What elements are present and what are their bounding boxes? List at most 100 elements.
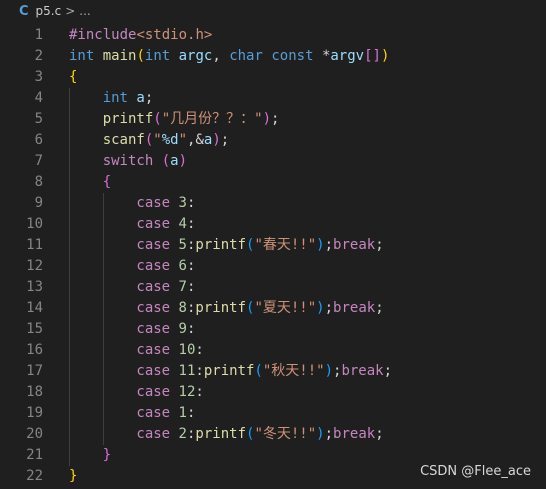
indent-guide xyxy=(69,424,70,445)
code-token: 4 xyxy=(178,216,187,232)
code-token: case xyxy=(136,237,171,253)
code-editor[interactable]: 1 #include<stdio.h> 2 int main(int argc, ch… xyxy=(0,25,546,487)
code-token: , xyxy=(212,48,230,64)
code-token: : xyxy=(186,279,196,295)
code-line[interactable]: 11 case 5:printf("春天!!");break; xyxy=(0,235,546,256)
code-token: } xyxy=(102,447,112,463)
code-text: case 5:printf("春天!!");break; xyxy=(136,235,383,256)
code-token: " xyxy=(178,132,188,148)
code-line[interactable]: 16 case 10: xyxy=(0,340,546,361)
code-token: a xyxy=(136,90,145,106)
code-line[interactable]: 15 case 9: xyxy=(0,319,546,340)
code-text: case 6: xyxy=(136,256,195,277)
line-number: 5 xyxy=(34,111,43,127)
code-text: int a; xyxy=(103,88,154,109)
indent-guide xyxy=(102,298,104,319)
code-token: : xyxy=(186,258,196,274)
code-token: case xyxy=(136,195,171,211)
line-number: 12 xyxy=(26,258,43,274)
code-text: int main(int argc, char const *argv[]) xyxy=(69,46,389,67)
code-line[interactable]: 6 scanf("%d",&a); xyxy=(0,130,546,151)
code-line[interactable]: 17 case 11:printf("秋天!!");break; xyxy=(0,361,546,382)
code-text: switch (a) xyxy=(103,151,187,172)
code-line[interactable]: 5 printf("几月份？？："); xyxy=(0,109,546,130)
code-text: case 2:printf("冬天!!");break; xyxy=(136,424,383,445)
code-line[interactable]: 3{ xyxy=(0,67,546,88)
code-line[interactable]: 2 int main(int argc, char const *argv[]) xyxy=(0,46,546,67)
code-line[interactable]: 7 switch (a) xyxy=(0,151,546,172)
code-text: case 7: xyxy=(136,277,195,298)
code-line[interactable]: 18 case 12: xyxy=(0,382,546,403)
c-language-icon: C xyxy=(19,3,29,19)
line-number: 17 xyxy=(26,363,43,379)
indent-guide xyxy=(69,277,70,298)
code-line[interactable]: 21} xyxy=(0,445,546,466)
code-line[interactable]: 14 case 8:printf("夏天!!");break; xyxy=(0,298,546,319)
line-number: 7 xyxy=(34,153,43,169)
indent-guide xyxy=(102,256,104,277)
code-token: case xyxy=(136,426,171,442)
code-line[interactable]: 9 case 3: xyxy=(0,193,546,214)
code-line[interactable]: 19 case 1: xyxy=(0,403,546,424)
indent-guide xyxy=(102,340,104,361)
code-text: case 1: xyxy=(136,403,195,424)
code-token: ; xyxy=(375,300,384,316)
indent-guide xyxy=(102,382,104,403)
code-token: ) xyxy=(178,153,188,169)
code-token: printf xyxy=(102,111,154,127)
line-number: 8 xyxy=(34,174,43,190)
indent-guide xyxy=(69,214,70,235)
code-line[interactable]: 1 #include<stdio.h> xyxy=(0,25,546,46)
code-token: 12 xyxy=(178,384,196,400)
code-token: } xyxy=(69,468,78,484)
breadcrumb-more[interactable]: ... xyxy=(79,4,90,18)
code-line[interactable]: 12 case 6: xyxy=(0,256,546,277)
code-token: ; xyxy=(271,111,280,127)
breadcrumb: C p5.c > ... xyxy=(0,0,546,22)
code-token: ( xyxy=(136,48,145,64)
code-line[interactable]: 4 int a; xyxy=(0,88,546,109)
line-number: 10 xyxy=(26,216,43,232)
code-token: 7 xyxy=(178,279,187,295)
code-text: printf("几月份？？："); xyxy=(103,109,280,130)
code-line[interactable]: 10 case 4: xyxy=(0,214,546,235)
code-token: int xyxy=(144,48,171,64)
code-token: 10 xyxy=(178,342,196,358)
code-line[interactable]: 13 case 7: xyxy=(0,277,546,298)
line-number: 15 xyxy=(26,321,43,337)
code-token: argc xyxy=(178,48,213,64)
line-number: 9 xyxy=(34,195,43,211)
code-token: 3 xyxy=(178,195,187,211)
code-token: ; xyxy=(324,426,334,442)
code-token: ) xyxy=(262,111,271,127)
indent-guide xyxy=(69,298,70,319)
indent-guide xyxy=(102,361,104,382)
code-text: case 4: xyxy=(136,214,195,235)
line-number: 4 xyxy=(34,90,43,106)
code-token: %d xyxy=(161,132,179,148)
code-token: const xyxy=(271,48,314,64)
indent-guide xyxy=(102,214,104,235)
breadcrumb-file[interactable]: p5.c xyxy=(36,4,62,18)
code-text: #include<stdio.h> xyxy=(69,25,212,46)
code-token: 6 xyxy=(178,258,187,274)
code-token: switch xyxy=(102,153,154,169)
code-token: int xyxy=(102,90,128,106)
code-token: <stdio.h> xyxy=(136,27,213,43)
code-token: case xyxy=(136,363,171,379)
code-line[interactable]: 8{ xyxy=(0,172,546,193)
code-token: : xyxy=(195,363,204,379)
indent-guide xyxy=(69,88,70,109)
code-line[interactable]: 20 case 2:printf("冬天!!");break; xyxy=(0,424,546,445)
code-token: #include xyxy=(69,27,137,43)
code-token: ) xyxy=(316,300,325,316)
code-token: 8 xyxy=(178,300,187,316)
